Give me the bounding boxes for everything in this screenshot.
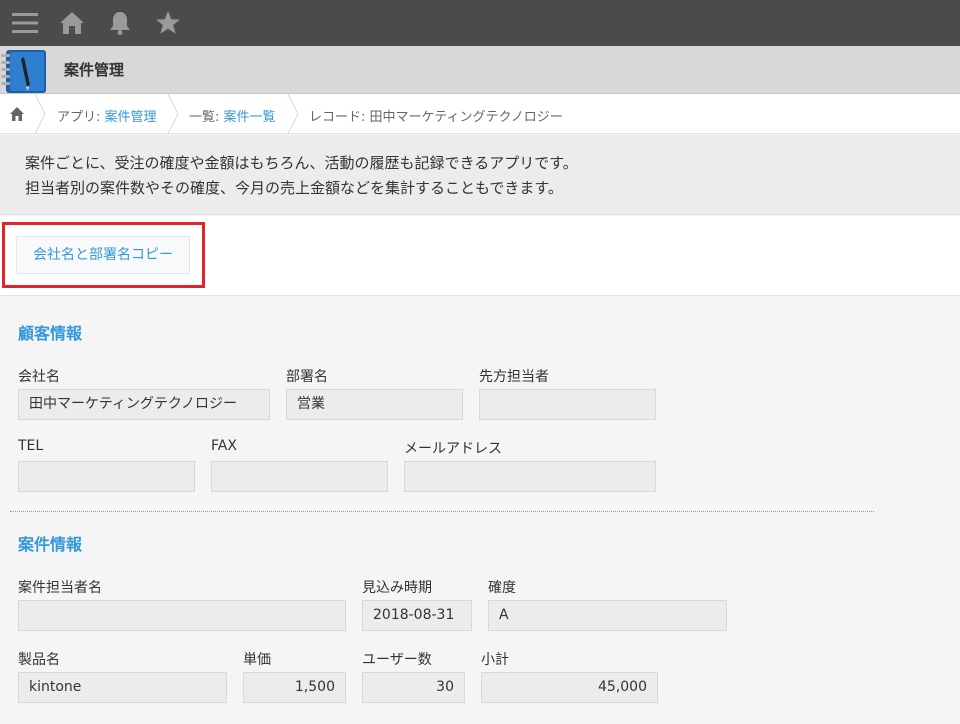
unit-price-field[interactable]: 1,500: [243, 672, 346, 703]
breadcrumb-list: 一覧: 案件一覧: [189, 106, 276, 125]
forecast-date-field[interactable]: 2018-08-31: [362, 600, 472, 631]
fax-field[interactable]: [211, 461, 388, 492]
description-line-1: 案件ごとに、受注の確度や金額はもちろん、活動の履歴も記録できるアプリです。: [25, 154, 578, 172]
description-line-2: 担当者別の案件数やその確度、今月の売上金額などを集計することもできます。: [25, 179, 563, 197]
email-label: メールアドレス: [404, 441, 502, 457]
app-header: 案件管理: [0, 46, 960, 94]
subtotal-label: 小計: [481, 652, 509, 668]
breadcrumb-separator: [287, 94, 299, 134]
users-label: ユーザー数: [362, 652, 432, 668]
contact-field[interactable]: [479, 389, 656, 420]
breadcrumb-separator: [34, 94, 46, 134]
breadcrumb-app: アプリ: 案件管理: [57, 106, 157, 125]
home-icon[interactable]: [9, 106, 25, 122]
email-field[interactable]: [404, 461, 656, 492]
owner-field[interactable]: [18, 600, 346, 631]
product-label: 製品名: [18, 652, 60, 668]
company-label: 会社名: [18, 369, 60, 385]
owner-label: 案件担当者名: [18, 580, 102, 596]
bell-icon[interactable]: [107, 10, 133, 36]
product-field[interactable]: kintone: [18, 672, 227, 703]
contact-label: 先方担当者: [479, 369, 549, 385]
department-field[interactable]: 営業: [286, 389, 463, 420]
breadcrumb: アプリ: 案件管理 一覧: 案件一覧 レコード: 田中マーケティングテクノロジー: [0, 94, 960, 134]
menu-icon[interactable]: [12, 10, 38, 36]
probability-label: 確度: [488, 580, 516, 596]
breadcrumb-record: レコード: 田中マーケティングテクノロジー: [309, 110, 563, 125]
users-field[interactable]: 30: [362, 672, 465, 703]
home-icon[interactable]: [59, 10, 85, 36]
breadcrumb-list-prefix: 一覧:: [189, 110, 224, 125]
fax-label: FAX: [211, 438, 237, 454]
customer-section-title: 顧客情報: [18, 324, 83, 343]
tel-label: TEL: [18, 438, 44, 454]
company-field[interactable]: 田中マーケティングテクノロジー: [18, 389, 270, 420]
notebook-icon: [1, 50, 46, 93]
deal-section-title: 案件情報: [18, 535, 83, 554]
forecast-label: 見込み時期: [362, 580, 432, 596]
breadcrumb-app-link[interactable]: 案件管理: [105, 110, 157, 125]
breadcrumb-list-link[interactable]: 案件一覧: [224, 110, 276, 125]
department-label: 部署名: [286, 369, 328, 385]
unit-price-label: 単価: [243, 652, 271, 668]
breadcrumb-app-prefix: アプリ:: [57, 110, 105, 125]
copy-company-department-button[interactable]: 会社名と部署名コピー: [16, 236, 190, 274]
probability-field[interactable]: A: [488, 600, 727, 631]
breadcrumb-separator: [167, 94, 179, 134]
global-header: [0, 0, 960, 46]
subtotal-field[interactable]: 45,000: [481, 672, 658, 703]
app-description: 案件ごとに、受注の確度や金額はもちろん、活動の履歴も記録できるアプリです。 担当…: [0, 135, 960, 215]
star-icon[interactable]: [155, 10, 181, 36]
section-divider: [10, 511, 874, 512]
tel-field[interactable]: [18, 461, 195, 492]
app-title: 案件管理: [64, 61, 125, 79]
